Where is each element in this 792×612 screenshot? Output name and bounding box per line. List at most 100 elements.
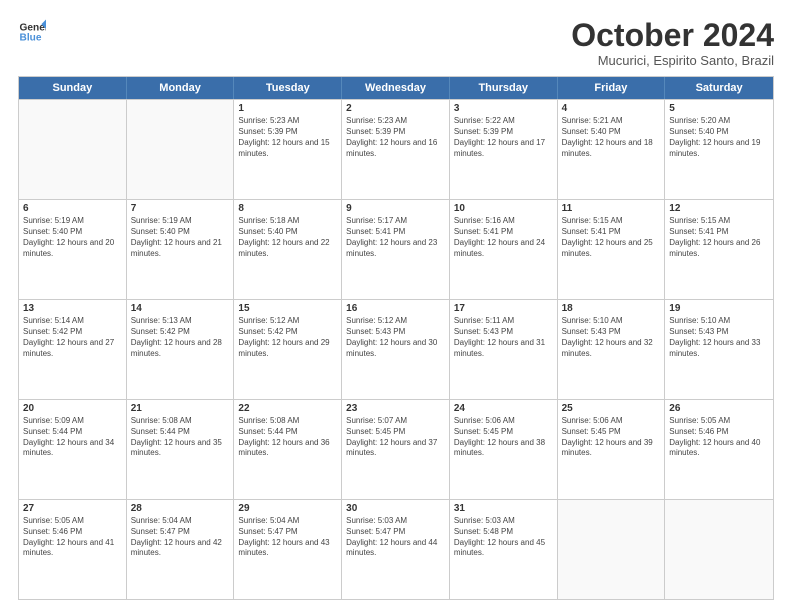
day-number: 15 xyxy=(238,303,337,314)
day-number: 28 xyxy=(131,503,230,514)
day-info: Sunrise: 5:05 AM Sunset: 5:46 PM Dayligh… xyxy=(23,516,122,559)
header: General Blue October 2024 Mucurici, Espi… xyxy=(18,18,774,68)
calendar-cell: 12Sunrise: 5:15 AM Sunset: 5:41 PM Dayli… xyxy=(665,200,773,299)
day-info: Sunrise: 5:12 AM Sunset: 5:42 PM Dayligh… xyxy=(238,316,337,359)
day-number: 7 xyxy=(131,203,230,214)
calendar-cell: 26 Sunrise: 5:05 AM Sunset: 5:46 PM Dayli… xyxy=(665,400,773,499)
calendar-cell: 4 Sunrise: 5:21 AM Sunset: 5:40 PM Daylig… xyxy=(558,100,666,199)
calendar-cell: 18Sunrise: 5:10 AM Sunset: 5:43 PM Dayli… xyxy=(558,300,666,399)
day-number: 11 xyxy=(562,203,661,214)
day-info: Sunrise: 5:05 AM Sunset: 5:46 PM Dayligh… xyxy=(669,416,769,459)
calendar-cell: 3 Sunrise: 5:22 AM Sunset: 5:39 PM Daylig… xyxy=(450,100,558,199)
subtitle: Mucurici, Espirito Santo, Brazil xyxy=(571,53,774,68)
calendar-cell: 11 Sunrise: 5:15 AM Sunset: 5:41 PM Dayli… xyxy=(558,200,666,299)
day-number: 24 xyxy=(454,403,553,414)
day-info: Sunrise: 5:19 AM Sunset: 5:40 PM Dayligh… xyxy=(131,216,230,259)
header-day-wednesday: Wednesday xyxy=(342,77,450,99)
day-info: Sunrise: 5:13 AM Sunset: 5:42 PM Dayligh… xyxy=(131,316,230,359)
logo: General Blue xyxy=(18,18,46,46)
day-info: Sunrise: 5:15 AM Sunset: 5:41 PM Dayligh… xyxy=(562,216,661,259)
day-number: 5 xyxy=(669,103,769,114)
svg-text:Blue: Blue xyxy=(20,33,42,44)
calendar-cell: 19 Sunrise: 5:10 AM Sunset: 5:43 PM Dayli… xyxy=(665,300,773,399)
calendar-cell: 22 Sunrise: 5:08 AM Sunset: 5:44 PM Dayli… xyxy=(234,400,342,499)
day-info: Sunrise: 5:03 AM Sunset: 5:48 PM Dayligh… xyxy=(454,516,553,559)
month-title: October 2024 xyxy=(571,18,774,53)
calendar-cell: 2 Sunrise: 5:23 AM Sunset: 5:39 PM Daylig… xyxy=(342,100,450,199)
day-number: 26 xyxy=(669,403,769,414)
calendar-cell xyxy=(127,100,235,199)
day-number: 16 xyxy=(346,303,445,314)
day-info: Sunrise: 5:09 AM Sunset: 5:44 PM Dayligh… xyxy=(23,416,122,459)
day-number: 22 xyxy=(238,403,337,414)
calendar-cell: 20 Sunrise: 5:09 AM Sunset: 5:44 PM Dayli… xyxy=(19,400,127,499)
day-info: Sunrise: 5:19 AM Sunset: 5:40 PM Dayligh… xyxy=(23,216,122,259)
day-info: Sunrise: 5:10 AM Sunset: 5:43 PM Dayligh… xyxy=(562,316,661,359)
header-day-friday: Friday xyxy=(558,77,666,99)
day-info: Sunrise: 5:21 AM Sunset: 5:40 PM Dayligh… xyxy=(562,116,661,159)
calendar-header: SundayMondayTuesdayWednesdayThursdayFrid… xyxy=(19,77,773,99)
day-number: 19 xyxy=(669,303,769,314)
day-info: Sunrise: 5:15 AM Sunset: 5:41 PM Dayligh… xyxy=(669,216,769,259)
calendar-cell: 16 Sunrise: 5:12 AM Sunset: 5:43 PM Dayli… xyxy=(342,300,450,399)
calendar-cell: 25 Sunrise: 5:06 AM Sunset: 5:45 PM Dayli… xyxy=(558,400,666,499)
day-number: 20 xyxy=(23,403,122,414)
day-info: Sunrise: 5:14 AM Sunset: 5:42 PM Dayligh… xyxy=(23,316,122,359)
day-number: 14 xyxy=(131,303,230,314)
day-info: Sunrise: 5:10 AM Sunset: 5:43 PM Dayligh… xyxy=(669,316,769,359)
day-number: 29 xyxy=(238,503,337,514)
day-number: 10 xyxy=(454,203,553,214)
day-info: Sunrise: 5:06 AM Sunset: 5:45 PM Dayligh… xyxy=(562,416,661,459)
day-number: 2 xyxy=(346,103,445,114)
day-info: Sunrise: 5:23 AM Sunset: 5:39 PM Dayligh… xyxy=(346,116,445,159)
page: General Blue October 2024 Mucurici, Espi… xyxy=(0,0,792,612)
calendar-cell: 13Sunrise: 5:14 AM Sunset: 5:42 PM Dayli… xyxy=(19,300,127,399)
calendar-week-5: 27Sunrise: 5:05 AM Sunset: 5:46 PM Dayli… xyxy=(19,499,773,599)
calendar-cell: 23 Sunrise: 5:07 AM Sunset: 5:45 PM Dayli… xyxy=(342,400,450,499)
header-day-tuesday: Tuesday xyxy=(234,77,342,99)
calendar-cell: 24 Sunrise: 5:06 AM Sunset: 5:45 PM Dayli… xyxy=(450,400,558,499)
day-info: Sunrise: 5:20 AM Sunset: 5:40 PM Dayligh… xyxy=(669,116,769,159)
calendar-cell xyxy=(665,500,773,599)
day-number: 17 xyxy=(454,303,553,314)
calendar-week-2: 6 Sunrise: 5:19 AM Sunset: 5:40 PM Daylig… xyxy=(19,199,773,299)
logo-icon: General Blue xyxy=(18,18,46,46)
day-info: Sunrise: 5:04 AM Sunset: 5:47 PM Dayligh… xyxy=(238,516,337,559)
header-day-sunday: Sunday xyxy=(19,77,127,99)
day-number: 30 xyxy=(346,503,445,514)
calendar-body: 1Sunrise: 5:23 AM Sunset: 5:39 PM Daylig… xyxy=(19,99,773,599)
day-info: Sunrise: 5:16 AM Sunset: 5:41 PM Dayligh… xyxy=(454,216,553,259)
calendar-cell: 27Sunrise: 5:05 AM Sunset: 5:46 PM Dayli… xyxy=(19,500,127,599)
calendar-cell: 15 Sunrise: 5:12 AM Sunset: 5:42 PM Dayli… xyxy=(234,300,342,399)
day-number: 6 xyxy=(23,203,122,214)
calendar-week-3: 13Sunrise: 5:14 AM Sunset: 5:42 PM Dayli… xyxy=(19,299,773,399)
day-info: Sunrise: 5:23 AM Sunset: 5:39 PM Dayligh… xyxy=(238,116,337,159)
day-number: 9 xyxy=(346,203,445,214)
day-info: Sunrise: 5:08 AM Sunset: 5:44 PM Dayligh… xyxy=(131,416,230,459)
day-number: 8 xyxy=(238,203,337,214)
day-info: Sunrise: 5:11 AM Sunset: 5:43 PM Dayligh… xyxy=(454,316,553,359)
calendar-cell: 14 Sunrise: 5:13 AM Sunset: 5:42 PM Dayli… xyxy=(127,300,235,399)
calendar-week-1: 1Sunrise: 5:23 AM Sunset: 5:39 PM Daylig… xyxy=(19,99,773,199)
day-number: 31 xyxy=(454,503,553,514)
calendar-cell: 8Sunrise: 5:18 AM Sunset: 5:40 PM Daylig… xyxy=(234,200,342,299)
calendar-cell xyxy=(19,100,127,199)
day-number: 4 xyxy=(562,103,661,114)
header-day-saturday: Saturday xyxy=(665,77,773,99)
day-info: Sunrise: 5:06 AM Sunset: 5:45 PM Dayligh… xyxy=(454,416,553,459)
calendar-cell: 21 Sunrise: 5:08 AM Sunset: 5:44 PM Dayli… xyxy=(127,400,235,499)
day-info: Sunrise: 5:12 AM Sunset: 5:43 PM Dayligh… xyxy=(346,316,445,359)
header-day-thursday: Thursday xyxy=(450,77,558,99)
day-number: 3 xyxy=(454,103,553,114)
day-info: Sunrise: 5:04 AM Sunset: 5:47 PM Dayligh… xyxy=(131,516,230,559)
calendar-cell: 29 Sunrise: 5:04 AM Sunset: 5:47 PM Dayli… xyxy=(234,500,342,599)
day-number: 25 xyxy=(562,403,661,414)
calendar-cell: 5 Sunrise: 5:20 AM Sunset: 5:40 PM Daylig… xyxy=(665,100,773,199)
day-number: 21 xyxy=(131,403,230,414)
day-info: Sunrise: 5:07 AM Sunset: 5:45 PM Dayligh… xyxy=(346,416,445,459)
day-info: Sunrise: 5:22 AM Sunset: 5:39 PM Dayligh… xyxy=(454,116,553,159)
day-number: 23 xyxy=(346,403,445,414)
day-info: Sunrise: 5:17 AM Sunset: 5:41 PM Dayligh… xyxy=(346,216,445,259)
calendar-cell: 31 Sunrise: 5:03 AM Sunset: 5:48 PM Dayli… xyxy=(450,500,558,599)
day-info: Sunrise: 5:08 AM Sunset: 5:44 PM Dayligh… xyxy=(238,416,337,459)
